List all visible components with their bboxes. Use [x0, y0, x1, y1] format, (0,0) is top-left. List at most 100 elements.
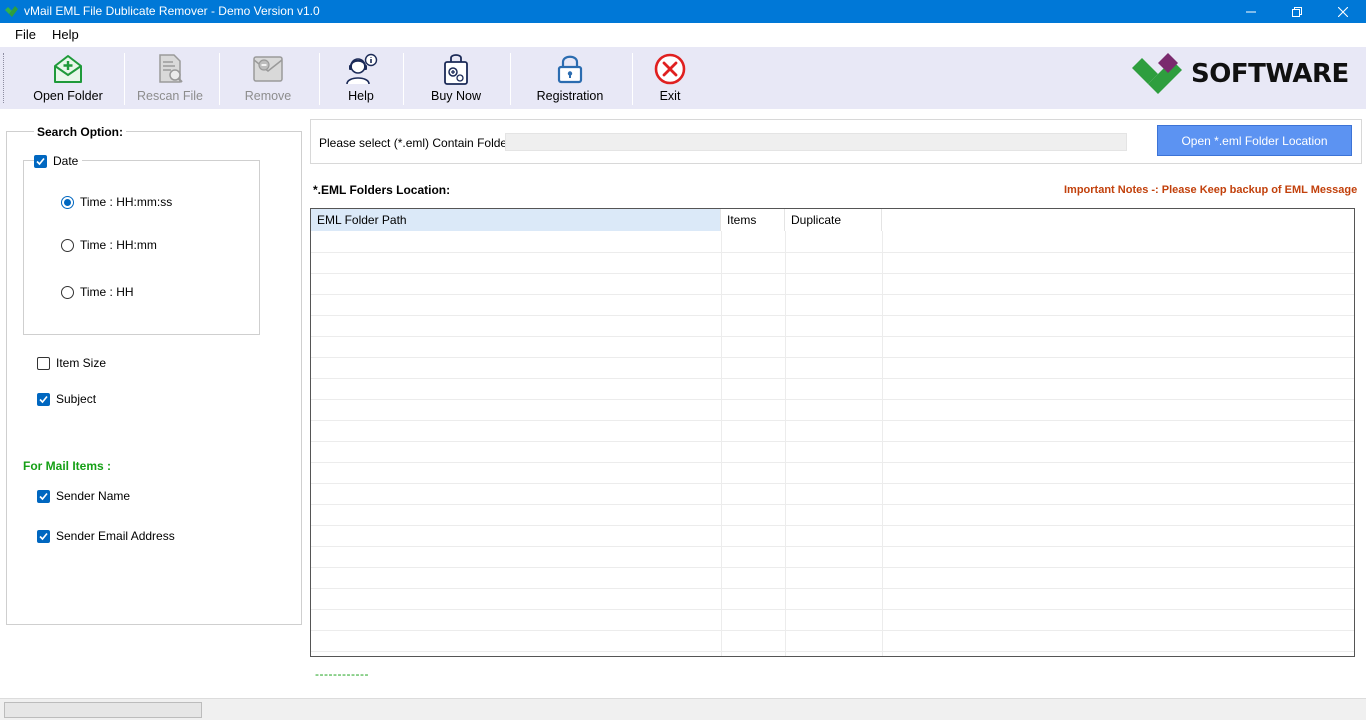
toolbar-separator: [319, 53, 320, 105]
folder-path-input[interactable]: [505, 133, 1127, 151]
checkmark-icon: [39, 532, 48, 540]
toolbar-separator: [403, 53, 404, 105]
grid-row-line: [311, 420, 1354, 421]
sender-email-checkbox[interactable]: Sender Email Address: [37, 529, 175, 543]
toolbar-separator: [219, 53, 220, 105]
rescan-file-button[interactable]: Rescan File: [134, 47, 206, 109]
maximize-button[interactable]: [1274, 0, 1320, 23]
open-folder-label: Open Folder: [33, 89, 103, 103]
brand-logo-icon: [1132, 53, 1182, 94]
grid-row-line: [311, 336, 1354, 337]
time-hhmmss-radio[interactable]: Time : HH:mm:ss: [61, 195, 172, 209]
column-header-duplicate[interactable]: Duplicate: [785, 209, 882, 231]
subject-checkbox-box[interactable]: [37, 392, 50, 406]
checkmark-icon: [36, 157, 45, 165]
item-size-checkbox-box[interactable]: [37, 356, 50, 370]
date-label: Date: [53, 154, 79, 168]
sender-name-checkbox-box[interactable]: [37, 489, 50, 503]
item-size-checkbox[interactable]: Item Size: [37, 356, 106, 370]
buy-now-label: Buy Now: [430, 89, 482, 103]
status-dashes: ------------: [315, 667, 369, 681]
column-header-items[interactable]: Items: [721, 209, 785, 231]
help-support-icon: [346, 53, 378, 85]
grid-row-line: [311, 483, 1354, 484]
grid-column-line: [785, 231, 786, 656]
app-logo-icon: [5, 6, 18, 17]
grid-row-line: [311, 378, 1354, 379]
time-hhmm-radio-dot[interactable]: [61, 238, 74, 252]
lock-icon: [557, 55, 583, 84]
subject-checkbox[interactable]: Subject: [37, 392, 96, 406]
subject-label: Subject: [56, 392, 97, 406]
open-folder-button[interactable]: Open Folder: [28, 47, 108, 109]
menu-file[interactable]: File: [15, 27, 36, 42]
grid-row-line: [311, 504, 1354, 505]
sender-email-checkbox-box[interactable]: [37, 529, 50, 543]
menu-bar: File Help: [0, 23, 1366, 45]
grid-row-line: [311, 315, 1354, 316]
date-checkbox[interactable]: Date: [34, 154, 83, 168]
registration-button[interactable]: Registration: [530, 47, 610, 109]
date-checkbox-box[interactable]: [34, 154, 47, 168]
window-title: vMail EML File Dublicate Remover - Demo …: [24, 4, 320, 18]
search-options-panel: Search Option: Date Time : HH:mm:ss Time…: [6, 125, 302, 625]
folder-select-label: Please select (*.eml) Contain Folder :: [319, 136, 518, 150]
grid-column-line: [721, 231, 722, 656]
toolbar-separator: [632, 53, 633, 105]
minimize-button[interactable]: [1228, 0, 1274, 23]
time-hhmmss-radio-dot[interactable]: [61, 195, 74, 209]
buy-now-button[interactable]: Buy Now: [420, 47, 492, 109]
brand-logo: SOFTWARE: [1130, 53, 1350, 95]
grid-row-line: [311, 630, 1354, 631]
grid-column-line: [882, 231, 883, 656]
remove-label: Remove: [244, 89, 292, 103]
close-icon: [1338, 6, 1348, 17]
restore-icon: [1292, 6, 1302, 17]
grid-row-line: [311, 651, 1354, 652]
remove-mail-icon: [253, 56, 283, 82]
menu-help[interactable]: Help: [52, 27, 79, 42]
item-size-label: Item Size: [56, 356, 107, 370]
time-hhmmss-label: Time : HH:mm:ss: [80, 195, 173, 209]
progress-bar: [4, 702, 202, 718]
minimize-icon: [1246, 11, 1256, 12]
grid-row-line: [311, 252, 1354, 253]
folder-select-row: Please select (*.eml) Contain Folder : O…: [310, 119, 1362, 164]
grid-row-line: [311, 588, 1354, 589]
close-button[interactable]: [1320, 0, 1366, 23]
column-header-eml-folder-path[interactable]: EML Folder Path: [311, 209, 721, 231]
toolbar-separator: [510, 53, 511, 105]
toolbar-grip[interactable]: [3, 53, 5, 103]
sender-name-label: Sender Name: [56, 489, 131, 503]
important-notes: Important Notes -: Please Keep backup of…: [1064, 184, 1358, 196]
exit-button[interactable]: Exit: [650, 47, 690, 109]
toolbar: Open Folder Rescan File Remove Help Buy …: [0, 47, 1366, 109]
grid-row-line: [311, 525, 1354, 526]
registration-label: Registration: [536, 89, 604, 103]
grid-row-line: [311, 357, 1354, 358]
title-bar: vMail EML File Dublicate Remover - Demo …: [0, 0, 1366, 23]
grid-row-line: [311, 399, 1354, 400]
grid-row-line: [311, 609, 1354, 610]
rescan-file-icon: [159, 54, 183, 83]
date-options-group: Date Time : HH:mm:ss Time : HH:mm Time :…: [23, 154, 260, 335]
grid-row-line: [311, 441, 1354, 442]
toolbar-separator: [124, 53, 125, 105]
time-hhmm-radio[interactable]: Time : HH:mm: [61, 238, 157, 252]
shopping-bag-icon: [444, 54, 468, 85]
for-mail-items-label: For Mail Items :: [23, 459, 112, 473]
grid-row-line: [311, 567, 1354, 568]
help-button[interactable]: Help: [334, 47, 388, 109]
open-eml-folder-location-button[interactable]: Open *.eml Folder Location: [1157, 125, 1352, 156]
time-hh-label: Time : HH: [80, 285, 134, 299]
sender-email-label: Sender Email Address: [56, 529, 175, 543]
sender-name-checkbox[interactable]: Sender Name: [37, 489, 130, 503]
grid-row-line: [311, 546, 1354, 547]
remove-button[interactable]: Remove: [234, 47, 302, 109]
rescan-file-label: Rescan File: [137, 89, 203, 103]
eml-folders-grid[interactable]: EML Folder Path Items Duplicate: [310, 208, 1355, 657]
brand-text: SOFTWARE: [1191, 59, 1349, 89]
time-hh-radio[interactable]: Time : HH: [61, 285, 134, 299]
exit-icon: [654, 53, 686, 85]
time-hh-radio-dot[interactable]: [61, 285, 74, 299]
